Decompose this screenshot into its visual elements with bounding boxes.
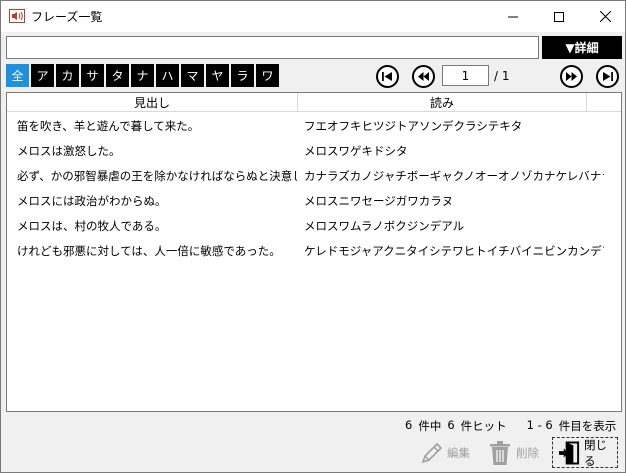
summary-total-unit: 件中 xyxy=(418,419,442,433)
trash-icon xyxy=(490,440,510,465)
rewind-icon xyxy=(418,72,429,81)
table-row[interactable]: メロスは、村の牧人である。 メロスワムラノボクジンデアル xyxy=(7,213,621,238)
table-row[interactable]: メロスは激怒した。 メロスワゲキドシタ xyxy=(7,138,621,163)
first-page-button[interactable] xyxy=(376,65,399,88)
delete-label: 削除 xyxy=(516,445,539,460)
next-page-button[interactable] xyxy=(560,65,583,88)
cell-reading: メロスワゲキドシタ xyxy=(304,143,408,158)
kana-filter-ra[interactable]: ラ xyxy=(231,64,254,87)
cell-heading: けれども邪悪に対しては、人一倍に敏感であった。 xyxy=(17,243,281,258)
prev-page-button[interactable] xyxy=(412,65,435,88)
close-label: 閉じる xyxy=(584,437,608,468)
table-row[interactable]: 必ず、かの邪智暴虐の王を除かなければならぬと決意した。 カナラズカノジャチボーギ… xyxy=(7,163,621,188)
cell-reading: メロスワムラノボクジンデアル xyxy=(304,218,465,233)
summary-range: 1 - 6 xyxy=(526,418,553,432)
page-number-input[interactable]: 1 xyxy=(442,65,489,86)
kana-filter-bar: 全 ア カ サ タ ナ ハ マ ヤ ラ ワ xyxy=(6,64,279,87)
detail-button[interactable]: ▼詳細 xyxy=(542,36,622,59)
close-button[interactable]: 閉じる xyxy=(552,437,618,468)
cell-heading: 笛を吹き、羊と遊んで暮して来た。 xyxy=(17,118,200,133)
summary-total: 6 xyxy=(405,418,413,432)
search-input[interactable] xyxy=(6,36,539,59)
column-header-heading[interactable]: 見出し xyxy=(7,93,298,112)
cell-reading: ケレドモジャアクニタイシテワヒトイチバイニビンカンデアッタ xyxy=(304,243,604,258)
kana-filter-ta[interactable]: タ xyxy=(106,64,129,87)
table-row[interactable]: 笛を吹き、羊と遊んで暮して来た。 フエオフキヒツジトアソンデクラシテキタ xyxy=(7,113,621,138)
edit-label: 編集 xyxy=(447,445,470,460)
edit-button[interactable]: 編集 xyxy=(419,437,470,468)
cell-heading: メロスには政治がわからぬ。 xyxy=(17,193,167,208)
column-header-reading[interactable]: 読み xyxy=(298,93,587,112)
exit-door-icon xyxy=(559,441,580,464)
last-page-icon xyxy=(603,72,613,81)
fast-forward-icon xyxy=(566,72,577,81)
table-header: 見出し 読み xyxy=(7,93,621,112)
summary-hits-unit: 件ヒット xyxy=(460,419,507,433)
summary-hits: 6 xyxy=(447,418,455,432)
kana-filter-na[interactable]: ナ xyxy=(131,64,154,87)
title-bar: フレーズ一覧 xyxy=(1,1,625,32)
kana-filter-a[interactable]: ア xyxy=(31,64,54,87)
phrase-table: 見出し 読み 笛を吹き、羊と遊んで暮して来た。 フエオフキヒツジトアソンデクラシ… xyxy=(6,92,622,412)
result-summary: 6 件中 6 件ヒット 1 - 6 件目を表示 xyxy=(405,418,616,434)
cell-heading: 必ず、かの邪智暴虐の王を除かなければならぬと決意した。 xyxy=(17,168,297,183)
cell-reading: カナラズカノジャチボーギャクノオーオノゾカナケレバナラヌトケツ xyxy=(304,168,604,183)
delete-button[interactable]: 削除 xyxy=(488,437,539,468)
phrase-list-window: フレーズ一覧 ▼詳細 全 ア カ サ タ ナ ハ マ ヤ ラ ワ 1 / 1 見… xyxy=(0,0,626,473)
kana-filter-sa[interactable]: サ xyxy=(81,64,104,87)
cell-heading: メロスは、村の牧人である。 xyxy=(17,218,167,233)
minimize-button[interactable] xyxy=(490,1,536,32)
speaker-app-icon xyxy=(9,9,25,23)
pencil-icon xyxy=(421,442,443,463)
table-row[interactable]: けれども邪悪に対しては、人一倍に敏感であった。 ケレドモジャアクニタイシテワヒト… xyxy=(7,238,621,263)
last-page-button[interactable] xyxy=(596,65,619,88)
summary-range-unit: 件目を表示 xyxy=(558,419,617,433)
kana-filter-all[interactable]: 全 xyxy=(6,64,29,87)
page-total: / 1 xyxy=(494,69,510,83)
kana-filter-ma[interactable]: マ xyxy=(181,64,204,87)
window-title: フレーズ一覧 xyxy=(31,10,103,24)
kana-filter-ka[interactable]: カ xyxy=(56,64,79,87)
cell-reading: メロスニワセージガワカラヌ xyxy=(304,193,454,208)
maximize-button[interactable] xyxy=(536,1,582,32)
close-window-button[interactable] xyxy=(582,1,626,32)
kana-filter-wa[interactable]: ワ xyxy=(256,64,279,87)
table-row[interactable]: メロスには政治がわからぬ。 メロスニワセージガワカラヌ xyxy=(7,188,621,213)
kana-filter-ya[interactable]: ヤ xyxy=(206,64,229,87)
cell-heading: メロスは激怒した。 xyxy=(17,143,121,158)
cell-reading: フエオフキヒツジトアソンデクラシテキタ xyxy=(304,118,523,133)
first-page-icon xyxy=(382,72,392,81)
kana-filter-ha[interactable]: ハ xyxy=(156,64,179,87)
